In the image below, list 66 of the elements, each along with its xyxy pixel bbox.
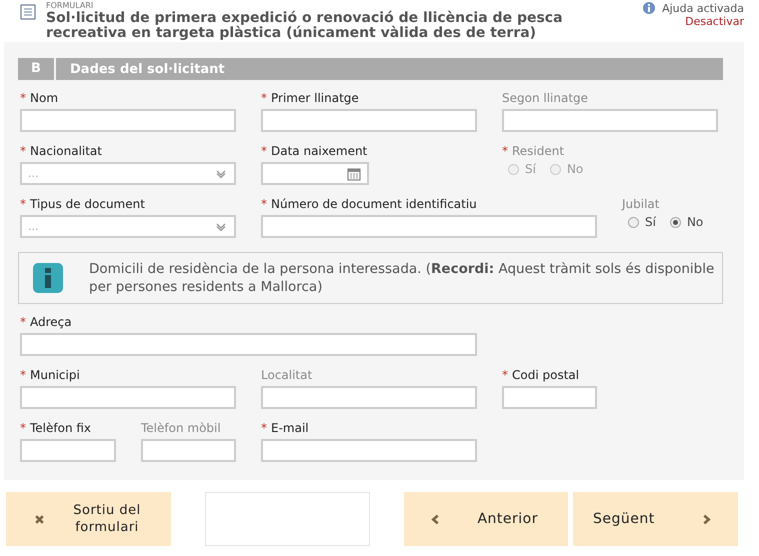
field-label: Número de document identificatiu	[271, 197, 477, 211]
required-mark: *	[20, 197, 26, 211]
radio-button[interactable]	[628, 216, 639, 228]
section-letter: B	[18, 58, 56, 80]
radio-label: Sí	[645, 215, 656, 229]
text-field[interactable]	[261, 215, 597, 238]
field-label: Nacionalitat	[30, 144, 102, 158]
text-field[interactable]	[261, 386, 477, 409]
radio-label: No	[686, 215, 704, 229]
required-mark: *	[20, 144, 26, 158]
section-title: Dades del sol·licitant	[69, 62, 225, 76]
form-title: Sol·licitud de primera expedició o renovació de llicència de pesca recreativa en targeta plàstica (únicament vàlida des de terra)	[46, 11, 564, 41]
required-mark: *	[261, 197, 267, 211]
text-field[interactable]	[261, 109, 477, 132]
required-mark: *	[20, 91, 26, 105]
deactivate-link[interactable]: Desactivar	[685, 15, 744, 28]
required-mark: *	[20, 315, 26, 329]
required-mark: *	[20, 421, 26, 435]
field-label: Codi postal	[512, 368, 580, 382]
text-field[interactable]	[502, 109, 718, 132]
dropdown-value: ...	[28, 220, 38, 233]
field-label: Nom	[30, 91, 58, 105]
field-label: Resident	[512, 144, 564, 158]
field-label: E-mail	[271, 421, 309, 435]
text-field[interactable]	[141, 439, 236, 462]
text-field[interactable]	[20, 109, 236, 132]
radio-label: No	[566, 162, 584, 176]
dropdown-value: ...	[28, 167, 38, 180]
chevron-left-icon	[430, 514, 441, 524]
text-field[interactable]	[20, 333, 477, 356]
chevron-down-icon	[216, 222, 226, 230]
exit-form-button[interactable]: Sortiu del formulari	[6, 492, 171, 546]
field-label: Municipi	[30, 368, 80, 382]
field-label: Tipus de document	[30, 197, 145, 211]
required-mark: *	[502, 144, 508, 158]
text-field[interactable]	[261, 439, 477, 462]
field-label: Adreça	[30, 315, 72, 329]
field-label: Data naixement	[271, 144, 368, 158]
calendar-icon[interactable]	[347, 166, 361, 180]
radio-button[interactable]	[670, 216, 681, 228]
radio-label: Sí	[525, 162, 536, 176]
field-label: Telèfon mòbil	[141, 421, 221, 435]
help-status: Ajuda activada	[662, 2, 744, 14]
required-mark: *	[261, 91, 267, 105]
field-label: Segon llinatge	[502, 91, 588, 105]
date-field[interactable]	[261, 162, 369, 185]
required-mark: *	[20, 368, 26, 382]
required-mark: *	[261, 421, 267, 435]
field-label: Jubilat	[622, 197, 660, 211]
field-label: Primer llinatge	[271, 91, 359, 105]
document-icon	[20, 4, 36, 20]
field-label: Telèfon fix	[30, 421, 92, 435]
info-icon	[33, 263, 63, 293]
text-field[interactable]	[20, 386, 236, 409]
text-field[interactable]	[502, 386, 597, 409]
chevron-right-icon	[701, 514, 712, 524]
field-label: Localitat	[261, 368, 312, 382]
chevron-down-icon	[216, 170, 226, 178]
previous-button[interactable]: Anterior	[404, 492, 568, 546]
next-button[interactable]: Següent	[573, 492, 738, 546]
required-mark: *	[502, 368, 508, 382]
close-icon	[34, 514, 45, 524]
required-mark: *	[261, 144, 267, 158]
notice-text: Domicili de residència de la persona interessada. (Recordi: Aquest tràmit sols és disponible per persones residents a Mallorca)	[89, 260, 716, 296]
form-category: FORMULARI	[46, 1, 94, 11]
text-field[interactable]	[20, 439, 116, 462]
